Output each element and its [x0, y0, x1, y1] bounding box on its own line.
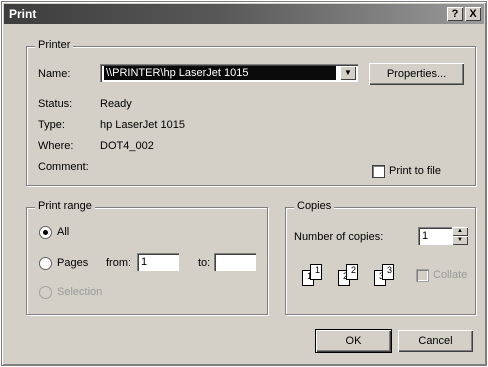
status-label: Status: [38, 98, 73, 110]
spin-up-icon[interactable]: ▲ [452, 227, 468, 236]
page-icon: 1 [310, 264, 322, 280]
pages-label[interactable]: Pages [57, 257, 88, 269]
properties-button[interactable]: Properties... [369, 63, 464, 85]
page-icon: 3 [382, 264, 394, 280]
from-label: from: [106, 257, 132, 269]
cancel-button[interactable]: Cancel [398, 330, 473, 352]
name-label: Name: [38, 68, 71, 80]
comment-label: Comment: [38, 161, 89, 173]
print-range-group-label: Print range [35, 200, 95, 212]
all-radio[interactable] [39, 226, 52, 239]
selection-label[interactable]: Selection [57, 286, 102, 298]
copies-field[interactable]: 1 [418, 227, 452, 245]
print-to-file-checkbox[interactable] [372, 165, 385, 178]
where-value: DOT4_002 [100, 140, 154, 152]
spin-down-icon[interactable]: ▼ [452, 236, 468, 245]
copies-spinner[interactable]: ▲ ▼ [452, 227, 468, 245]
title-bar[interactable]: Print ? X [4, 4, 484, 24]
print-to-file-label[interactable]: Print to file [389, 165, 441, 177]
dialog-title: Print [9, 7, 37, 21]
help-button[interactable]: ? [447, 7, 463, 21]
type-label: Type: [38, 119, 65, 131]
collate-checkbox[interactable] [416, 269, 429, 282]
from-field[interactable]: 1 [137, 253, 179, 271]
printer-name-value: \\PRINTER\hp LaserJet 1015 [104, 66, 336, 80]
print-dialog: Print ? X Printer Name: \\PRINTER\hp Las… [1, 1, 487, 366]
ok-button[interactable]: OK [315, 329, 392, 353]
where-label: Where: [38, 140, 74, 152]
all-label[interactable]: All [57, 226, 69, 238]
type-value: hp LaserJet 1015 [100, 119, 186, 131]
chevron-down-icon[interactable]: ▼ [340, 66, 356, 80]
copies-group-label: Copies [294, 200, 335, 212]
selection-radio[interactable] [39, 286, 52, 299]
copies-group: Copies [285, 200, 476, 315]
pages-radio[interactable] [39, 257, 52, 270]
to-label: to: [198, 257, 211, 269]
page-icon: 2 [346, 264, 358, 280]
printer-group-label: Printer [35, 39, 74, 51]
status-value: Ready [100, 98, 132, 110]
number-of-copies-label: Number of copies: [294, 231, 384, 243]
printer-name-select[interactable]: \\PRINTER\hp LaserJet 1015 ▼ [100, 64, 358, 82]
to-field[interactable] [214, 253, 256, 271]
close-button[interactable]: X [465, 7, 481, 21]
collate-label[interactable]: Collate [433, 269, 467, 281]
